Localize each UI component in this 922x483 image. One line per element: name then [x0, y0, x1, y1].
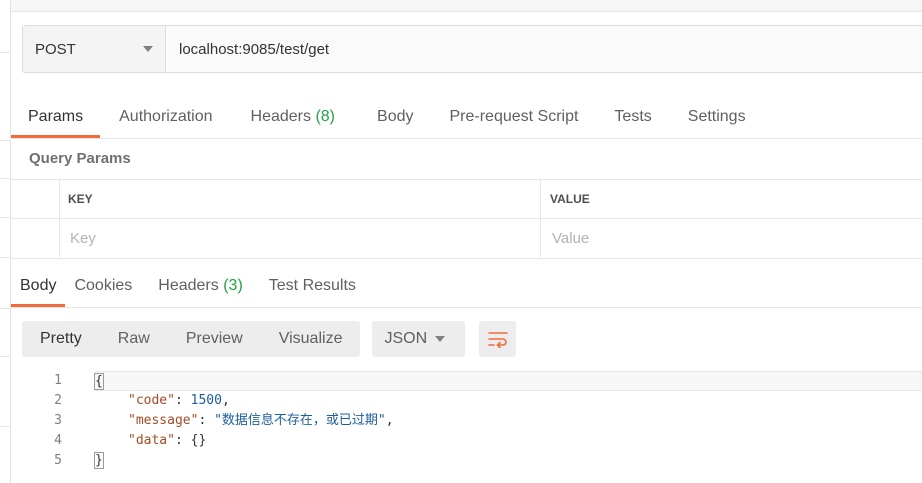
- table-row: [11, 219, 922, 257]
- json-brace: {: [94, 373, 104, 390]
- tab-pre-request-script[interactable]: Pre-request Script: [432, 96, 595, 137]
- view-pretty-button[interactable]: Pretty: [22, 321, 100, 357]
- sidebar-divider: [0, 308, 10, 309]
- view-visualize-button[interactable]: Visualize: [261, 321, 361, 357]
- sidebar-divider: [0, 257, 10, 258]
- tab-label: Headers: [158, 277, 219, 294]
- query-params-table: KEY VALUE: [11, 179, 922, 259]
- json-key: "message": [128, 413, 199, 428]
- tab-tests[interactable]: Tests: [597, 96, 668, 137]
- url-input[interactable]: [166, 26, 922, 72]
- view-mode-group: Pretty Raw Preview Visualize: [22, 321, 361, 357]
- sidebar-divider: [0, 356, 10, 357]
- tab-label: Test Results: [268, 277, 356, 294]
- tab-body[interactable]: Body: [360, 96, 430, 137]
- sidebar-divider: [0, 52, 10, 53]
- json-sep: ,: [385, 413, 394, 428]
- sidebar-edge: [0, 0, 11, 483]
- sidebar-divider: [0, 140, 10, 141]
- value-column-header: VALUE: [542, 180, 922, 218]
- tab-test-results[interactable]: Test Results: [260, 266, 365, 306]
- line-number: 3: [54, 413, 62, 428]
- tab-label: Pre-request Script: [449, 108, 579, 125]
- code-line: 3 "message": "数据信息不存在，或已过期",: [11, 411, 922, 431]
- code-line: 4 "data": {}: [11, 431, 922, 451]
- sidebar-divider: [0, 426, 10, 427]
- sidebar-divider: [0, 217, 10, 218]
- current-line-highlight: {: [94, 371, 922, 392]
- tab-cookies[interactable]: Cookies: [65, 266, 141, 306]
- view-raw-button[interactable]: Raw: [100, 321, 168, 357]
- tab-response-headers[interactable]: Headers (3): [149, 266, 252, 306]
- tab-count-badge: (3): [223, 277, 243, 294]
- line-number: 1: [54, 373, 62, 388]
- json-value: {}: [190, 433, 207, 448]
- request-url-bar: POST: [22, 25, 922, 73]
- wrap-lines-icon: [488, 332, 508, 348]
- response-toolbar: Pretty Raw Preview Visualize JSON: [22, 321, 517, 357]
- code-text: "message": "数据信息不存在，或已过期",: [128, 411, 394, 431]
- json-sep: :: [198, 413, 215, 428]
- json-brace: }: [94, 452, 104, 469]
- param-value-input[interactable]: [550, 228, 889, 248]
- tab-settings[interactable]: Settings: [671, 96, 763, 137]
- json-value: 1500: [190, 393, 222, 408]
- tab-response-body[interactable]: Body: [11, 266, 66, 307]
- line-number: 2: [54, 393, 62, 408]
- tab-label: Authorization: [119, 108, 213, 125]
- json-value: "数据信息不存在，或已过期": [214, 413, 386, 428]
- tab-authorization[interactable]: Authorization: [102, 96, 229, 137]
- request-tabs: Params Authorization Headers (8) Body Pr…: [11, 96, 922, 139]
- table-header-row: KEY VALUE: [11, 180, 922, 219]
- format-select[interactable]: JSON: [372, 321, 466, 357]
- tab-label: Cookies: [74, 277, 133, 294]
- view-preview-button[interactable]: Preview: [168, 321, 261, 357]
- tab-label: Params: [28, 108, 84, 125]
- method-select[interactable]: POST: [23, 26, 166, 72]
- code-text: "code": 1500,: [128, 391, 230, 411]
- row-handle: [11, 180, 60, 218]
- tab-label: Body: [377, 108, 414, 125]
- code-line: 2 "code": 1500,: [11, 391, 922, 411]
- chevron-down-icon: [435, 336, 446, 342]
- tab-label: Settings: [687, 108, 746, 125]
- code-text: "data": {}: [128, 431, 206, 451]
- key-header-label: KEY: [68, 192, 93, 206]
- tab-count-badge: (8): [315, 108, 336, 125]
- json-sep: ,: [221, 393, 230, 408]
- key-column-header: KEY: [60, 180, 541, 218]
- top-tab-strip: [11, 0, 922, 12]
- value-cell: [542, 219, 922, 257]
- wrap-lines-button[interactable]: [479, 321, 517, 357]
- tab-headers[interactable]: Headers (8): [234, 96, 353, 137]
- code-text: }: [94, 451, 104, 471]
- json-sep: :: [174, 433, 191, 448]
- tab-label: Tests: [614, 108, 652, 125]
- tab-label: Body: [20, 277, 57, 294]
- json-key: "code": [128, 393, 175, 408]
- value-header-label: VALUE: [550, 192, 590, 206]
- tab-params[interactable]: Params: [11, 96, 101, 138]
- response-body-editor[interactable]: 1 { 2 "code": 1500, 3 "message": "数据信息不存…: [11, 370, 922, 483]
- json-sep: :: [174, 393, 191, 408]
- param-key-input[interactable]: [68, 228, 497, 248]
- format-label: JSON: [384, 330, 428, 347]
- line-number: 4: [54, 433, 62, 448]
- code-line: 5 }: [11, 451, 922, 471]
- method-label: POST: [35, 40, 76, 58]
- response-tabs: Body Cookies Headers (3) Test Results: [11, 266, 922, 308]
- code-text: {: [94, 372, 104, 392]
- key-cell: [60, 219, 541, 257]
- sidebar-divider: [0, 178, 10, 179]
- json-key: "data": [128, 433, 175, 448]
- tab-label: Headers: [250, 108, 311, 125]
- row-handle: [11, 219, 60, 257]
- query-params-title: Query Params: [29, 150, 131, 167]
- chevron-down-icon: [143, 46, 153, 52]
- line-number: 5: [54, 453, 62, 468]
